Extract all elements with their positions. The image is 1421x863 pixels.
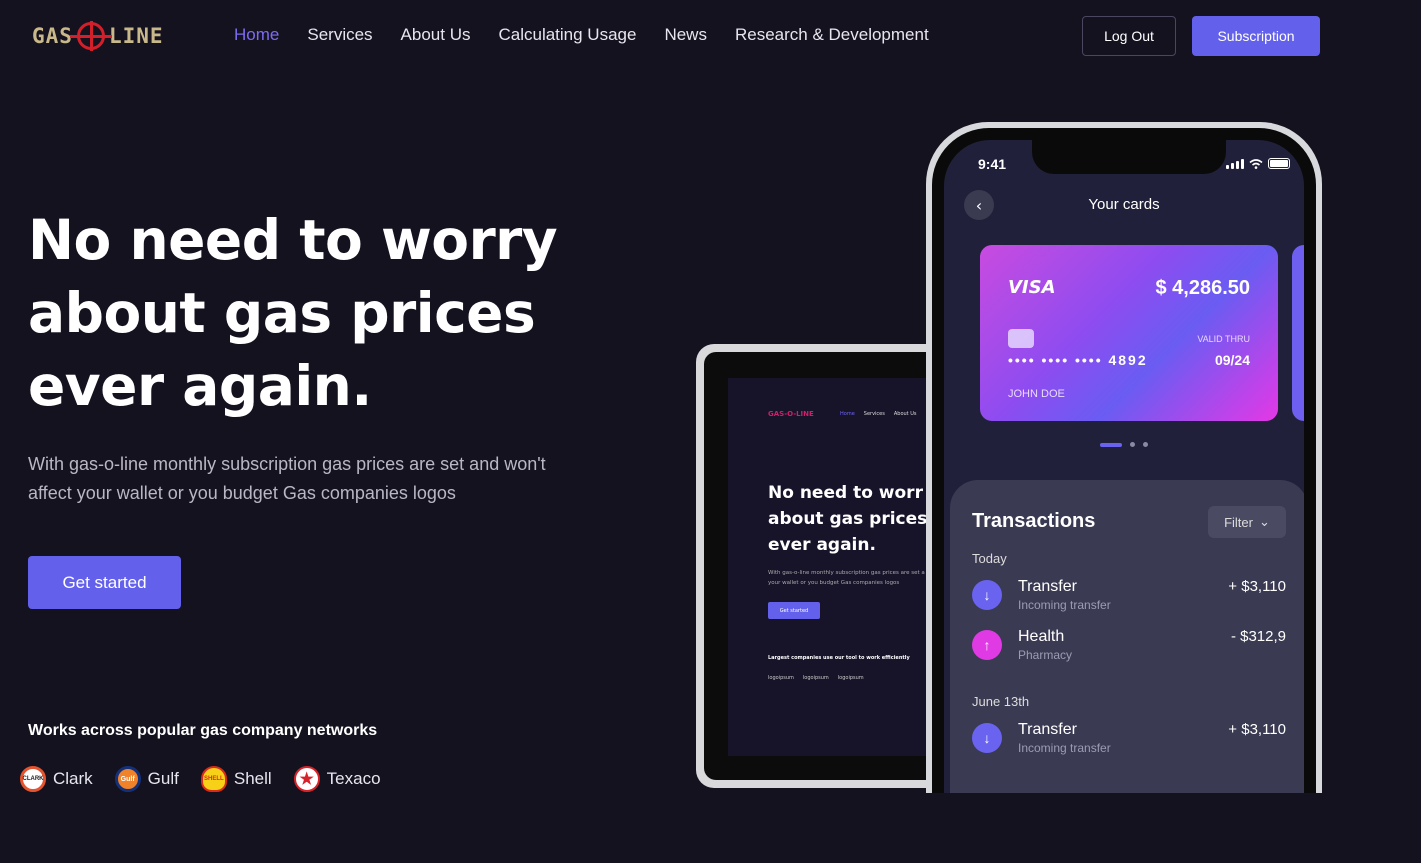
tablet-nav-item: Home bbox=[840, 411, 855, 417]
status-time: 9:41 bbox=[978, 156, 1007, 172]
tablet-logo-item: logoipsum bbox=[802, 675, 829, 681]
tablet-title-line-2: about gas prices bbox=[768, 509, 928, 529]
phone-screen: 9:41 ‹ Your cards VISA $ 4,286.50 VALID … bbox=[944, 140, 1304, 793]
get-started-button[interactable]: Get started bbox=[28, 556, 181, 609]
hero-title-line-3: ever again. bbox=[28, 354, 372, 418]
clark-logo-icon: CLARK bbox=[20, 766, 46, 792]
tx-name: Transfer bbox=[1018, 721, 1077, 738]
tx-group-label: June 13th bbox=[972, 694, 1030, 709]
transactions-panel: Transactions Filter ⌄ Today ↓ Transfer I… bbox=[950, 480, 1304, 793]
filter-button[interactable]: Filter ⌄ bbox=[1208, 506, 1286, 538]
tablet-get-started-button: Get started bbox=[768, 602, 820, 619]
nav-home[interactable]: Home bbox=[234, 24, 279, 46]
nav-news[interactable]: News bbox=[664, 24, 707, 46]
subscription-button[interactable]: Subscription bbox=[1192, 16, 1320, 56]
nav-about-us[interactable]: About Us bbox=[401, 24, 471, 46]
tablet-nav: Home Services About Us bbox=[840, 411, 917, 417]
download-arrow-icon: ↓ bbox=[972, 723, 1002, 753]
tablet-nav-item: About Us bbox=[893, 411, 917, 417]
phone-bezel: 9:41 ‹ Your cards VISA $ 4,286.50 VALID … bbox=[932, 128, 1316, 793]
company-texaco: ★ Texaco bbox=[293, 766, 381, 792]
gulf-logo-icon: Gulf bbox=[114, 766, 141, 792]
tx-group-label: Today bbox=[972, 551, 1007, 566]
tx-sub: Incoming transfer bbox=[1018, 598, 1111, 612]
hero-title: No need to worry about gas prices ever a… bbox=[28, 204, 588, 423]
card-brand: VISA bbox=[1008, 277, 1056, 298]
tablet-logos: logoipsum logoipsum logoipsum bbox=[768, 675, 948, 681]
tablet-nav-item: Services bbox=[863, 411, 885, 417]
card-expiry: 09/24 bbox=[1214, 352, 1250, 368]
tx-sub: Incoming transfer bbox=[1018, 741, 1111, 755]
company-shell: SHELL Shell bbox=[200, 766, 272, 792]
transaction-row[interactable]: ↓ Transfer Incoming transfer + $3,110 bbox=[972, 578, 1286, 628]
tx-amount: - $312,9 bbox=[1230, 628, 1286, 645]
hero-title-line-1: No need to worry bbox=[28, 208, 558, 272]
logo-crosshair-icon bbox=[69, 21, 112, 51]
main-nav: Home Services About Us Calculating Usage… bbox=[234, 24, 929, 46]
tablet-subtitle: With gas-o-line monthly subscription gas… bbox=[768, 570, 943, 586]
company-gulf: Gulf Gulf bbox=[114, 766, 179, 792]
next-card-peek[interactable] bbox=[1292, 245, 1304, 421]
pagination-dot[interactable] bbox=[1143, 442, 1148, 447]
battery-icon bbox=[1268, 158, 1290, 169]
company-name: Texaco bbox=[326, 769, 381, 788]
logo-text-right: LINE bbox=[108, 24, 164, 48]
nav-services[interactable]: Services bbox=[307, 24, 372, 46]
tx-amount: + $3,110 bbox=[1228, 721, 1286, 738]
nav-research-development[interactable]: Research & Development bbox=[735, 24, 929, 46]
tx-name: Health bbox=[1018, 628, 1065, 645]
tablet-title-line-1: No need to worr bbox=[768, 483, 923, 503]
company-name: Shell bbox=[233, 769, 272, 788]
company-name: Gulf bbox=[147, 769, 179, 788]
chevron-down-icon: ⌄ bbox=[1258, 514, 1270, 529]
nav-calculating-usage[interactable]: Calculating Usage bbox=[498, 24, 636, 46]
texaco-logo-icon: ★ bbox=[293, 766, 320, 792]
card-number: •••• •••• •••• 4892 bbox=[1008, 352, 1148, 368]
pagination-dot[interactable] bbox=[1130, 442, 1135, 447]
tx-sub: Pharmacy bbox=[1018, 648, 1073, 662]
hero-title-line-2: about gas prices bbox=[28, 281, 536, 345]
transaction-row[interactable]: ↑ Health Pharmacy - $312,9 bbox=[972, 628, 1286, 678]
status-icons bbox=[1226, 158, 1290, 169]
tablet-largest-label: Largest companies use our tool to work e… bbox=[768, 655, 910, 661]
filter-label: Filter bbox=[1224, 514, 1253, 530]
card-valid-label: VALID THRU bbox=[1197, 334, 1250, 344]
tablet-title-line-3: ever again. bbox=[768, 535, 876, 555]
company-clark: CLARK Clark bbox=[20, 766, 93, 792]
logo-text-left: GAS bbox=[32, 24, 73, 48]
card-chip-icon bbox=[1008, 329, 1034, 348]
pagination-dot-active[interactable] bbox=[1100, 442, 1122, 447]
shell-logo-icon: SHELL bbox=[200, 766, 227, 792]
tx-name: Transfer bbox=[1018, 578, 1077, 595]
transaction-row[interactable]: ↓ Transfer Incoming transfer + $3,110 bbox=[972, 721, 1286, 771]
tablet-screen: GAS-O-LINE Home Services About Us No nee… bbox=[728, 378, 948, 756]
wifi-icon bbox=[1249, 158, 1263, 169]
card-pagination bbox=[1100, 442, 1148, 447]
phone-notch bbox=[1032, 140, 1226, 174]
upload-arrow-icon: ↑ bbox=[972, 630, 1002, 660]
download-arrow-icon: ↓ bbox=[972, 580, 1002, 610]
company-list: CLARK Clark Gulf Gulf SHELL Shell ★ Texa… bbox=[20, 766, 381, 792]
signal-icon bbox=[1226, 158, 1244, 169]
works-across-label: Works across popular gas company network… bbox=[28, 722, 378, 739]
card-balance: $ 4,286.50 bbox=[1155, 277, 1250, 299]
hero-subtitle: With gas-o-line monthly subscription gas… bbox=[28, 454, 546, 503]
tablet-logo-item: logoipsum bbox=[837, 675, 864, 681]
phone-mockup: 9:41 ‹ Your cards VISA $ 4,286.50 VALID … bbox=[926, 122, 1322, 793]
card-holder: JOHN DOE bbox=[1008, 388, 1065, 400]
tx-amount: + $3,110 bbox=[1228, 578, 1286, 595]
brand-logo[interactable]: GAS LINE bbox=[32, 20, 182, 52]
tablet-logo-item: logoipsum bbox=[768, 675, 794, 681]
company-name: Clark bbox=[53, 769, 93, 788]
your-cards-title: Your cards bbox=[1088, 196, 1160, 213]
logout-button[interactable]: Log Out bbox=[1082, 16, 1176, 56]
tablet-title: No need to worr about gas prices ever ag… bbox=[768, 480, 948, 558]
credit-card[interactable]: VISA $ 4,286.50 VALID THRU •••• •••• •••… bbox=[980, 245, 1278, 421]
